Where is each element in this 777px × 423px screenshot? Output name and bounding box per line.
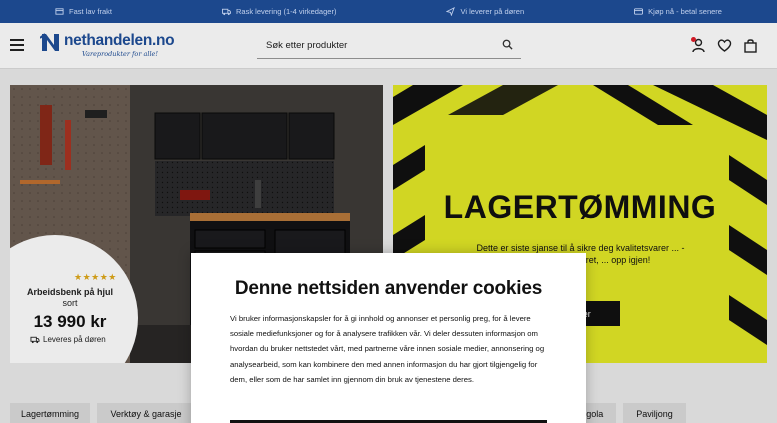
usp-bar: Fast lav frakt Rask levering (1-4 virked… xyxy=(0,0,777,23)
rating-stars: ★★★★★ xyxy=(74,272,117,282)
usp-item: Fast lav frakt xyxy=(55,7,112,16)
search-input[interactable] xyxy=(266,36,496,54)
category-chip[interactable]: Paviljong xyxy=(623,403,686,423)
usp-label: Fast lav frakt xyxy=(69,7,112,16)
notification-dot xyxy=(691,37,696,42)
product-name: Arbeidsbenk på hjul xyxy=(26,287,113,297)
cookie-consent-dialog: Denne nettsiden anvender cookies Vi bruk… xyxy=(191,253,586,423)
site-logo[interactable]: nethandelen.no Vareprodukter for alle! xyxy=(40,30,175,62)
product-variant: sort xyxy=(62,298,78,308)
usp-label: Kjøp nå - betal senere xyxy=(648,7,722,16)
category-chip[interactable]: Lagertømming xyxy=(10,403,90,423)
plane-icon xyxy=(446,7,456,16)
heart-icon[interactable] xyxy=(717,38,732,53)
menu-icon[interactable] xyxy=(10,39,24,51)
delivery-note: Leveres på døren xyxy=(30,335,106,344)
card-icon xyxy=(634,8,644,15)
usp-item: Kjøp nå - betal senere xyxy=(634,7,722,16)
search-box xyxy=(257,33,521,59)
tag-icon xyxy=(55,8,64,15)
truck-icon xyxy=(221,8,231,16)
truck-icon xyxy=(30,336,40,344)
logo-text: nethandelen.no xyxy=(64,32,175,49)
usp-label: Rask levering (1-4 virkedager) xyxy=(235,7,337,16)
cookie-body: Vi bruker informasjonskapsler for å gi i… xyxy=(230,314,545,384)
usp-item: Rask levering (1-4 virkedager) xyxy=(221,7,337,16)
logo-tagline: Vareprodukter for alle! xyxy=(82,50,159,58)
product-price: 13 990 kr xyxy=(33,312,107,331)
cookie-title: Denne nettsiden anvender cookies xyxy=(234,278,543,299)
usp-item: Vi leverer på døren xyxy=(446,7,524,16)
usp-label: Vi leverer på døren xyxy=(460,7,525,16)
hero-title: LAGERTØMMING xyxy=(443,189,717,225)
logo-mark-icon xyxy=(40,33,59,51)
site-header: nethandelen.no Vareprodukter for alle! xyxy=(0,23,777,69)
category-chip[interactable]: Verktøy & garasje xyxy=(97,403,195,423)
bag-icon[interactable] xyxy=(743,38,758,53)
delivery-label: Leveres på døren xyxy=(43,335,106,344)
search-icon[interactable] xyxy=(502,39,513,50)
